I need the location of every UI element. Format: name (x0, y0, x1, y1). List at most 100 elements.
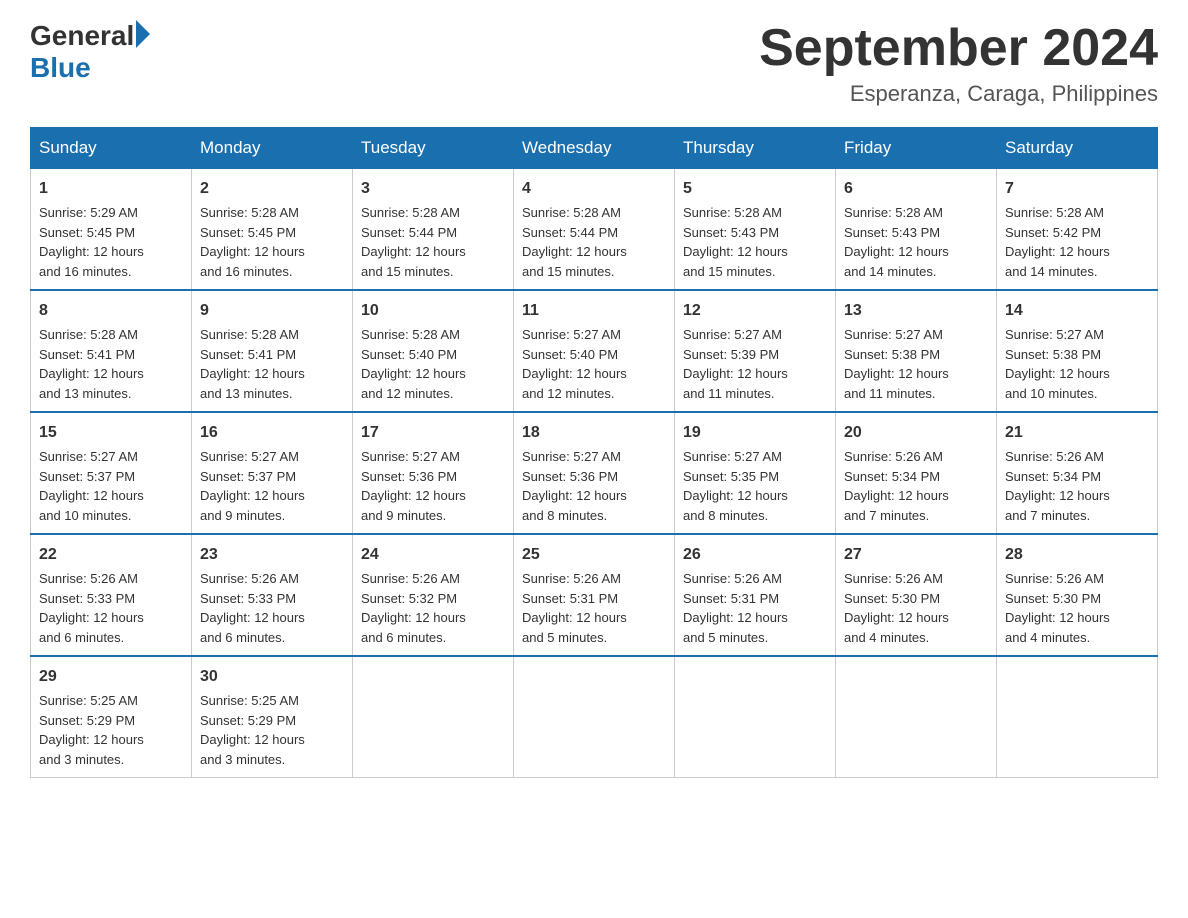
calendar-cell: 11 Sunrise: 5:27 AMSunset: 5:40 PMDaylig… (514, 290, 675, 412)
page-header: General Blue September 2024 Esperanza, C… (30, 20, 1158, 107)
weekday-header-saturday: Saturday (997, 128, 1158, 169)
calendar-cell: 15 Sunrise: 5:27 AMSunset: 5:37 PMDaylig… (31, 412, 192, 534)
day-info: Sunrise: 5:26 AMSunset: 5:33 PMDaylight:… (39, 571, 144, 645)
logo-blue: Blue (30, 52, 150, 84)
day-number: 7 (1005, 177, 1149, 201)
day-info: Sunrise: 5:28 AMSunset: 5:42 PMDaylight:… (1005, 205, 1110, 279)
day-number: 21 (1005, 421, 1149, 445)
day-info: Sunrise: 5:28 AMSunset: 5:43 PMDaylight:… (683, 205, 788, 279)
day-info: Sunrise: 5:28 AMSunset: 5:41 PMDaylight:… (200, 327, 305, 401)
day-number: 16 (200, 421, 344, 445)
day-number: 17 (361, 421, 505, 445)
day-number: 18 (522, 421, 666, 445)
day-info: Sunrise: 5:29 AMSunset: 5:45 PMDaylight:… (39, 205, 144, 279)
day-info: Sunrise: 5:26 AMSunset: 5:30 PMDaylight:… (844, 571, 949, 645)
calendar-cell: 7 Sunrise: 5:28 AMSunset: 5:42 PMDayligh… (997, 169, 1158, 291)
day-info: Sunrise: 5:26 AMSunset: 5:31 PMDaylight:… (683, 571, 788, 645)
calendar-cell: 2 Sunrise: 5:28 AMSunset: 5:45 PMDayligh… (192, 169, 353, 291)
day-number: 15 (39, 421, 183, 445)
day-number: 25 (522, 543, 666, 567)
calendar-cell: 24 Sunrise: 5:26 AMSunset: 5:32 PMDaylig… (353, 534, 514, 656)
day-info: Sunrise: 5:27 AMSunset: 5:40 PMDaylight:… (522, 327, 627, 401)
day-info: Sunrise: 5:27 AMSunset: 5:39 PMDaylight:… (683, 327, 788, 401)
calendar-cell: 26 Sunrise: 5:26 AMSunset: 5:31 PMDaylig… (675, 534, 836, 656)
day-info: Sunrise: 5:28 AMSunset: 5:40 PMDaylight:… (361, 327, 466, 401)
day-number: 11 (522, 299, 666, 323)
weekday-header-friday: Friday (836, 128, 997, 169)
weekday-header-wednesday: Wednesday (514, 128, 675, 169)
calendar-cell: 9 Sunrise: 5:28 AMSunset: 5:41 PMDayligh… (192, 290, 353, 412)
calendar-cell: 18 Sunrise: 5:27 AMSunset: 5:36 PMDaylig… (514, 412, 675, 534)
calendar-cell: 14 Sunrise: 5:27 AMSunset: 5:38 PMDaylig… (997, 290, 1158, 412)
calendar-cell: 28 Sunrise: 5:26 AMSunset: 5:30 PMDaylig… (997, 534, 1158, 656)
day-number: 2 (200, 177, 344, 201)
calendar-cell: 23 Sunrise: 5:26 AMSunset: 5:33 PMDaylig… (192, 534, 353, 656)
day-info: Sunrise: 5:27 AMSunset: 5:37 PMDaylight:… (39, 449, 144, 523)
day-info: Sunrise: 5:26 AMSunset: 5:31 PMDaylight:… (522, 571, 627, 645)
day-number: 3 (361, 177, 505, 201)
day-number: 24 (361, 543, 505, 567)
day-info: Sunrise: 5:28 AMSunset: 5:43 PMDaylight:… (844, 205, 949, 279)
calendar-cell: 20 Sunrise: 5:26 AMSunset: 5:34 PMDaylig… (836, 412, 997, 534)
calendar-cell: 22 Sunrise: 5:26 AMSunset: 5:33 PMDaylig… (31, 534, 192, 656)
calendar-table: SundayMondayTuesdayWednesdayThursdayFrid… (30, 127, 1158, 778)
calendar-cell (997, 656, 1158, 778)
weekday-header-tuesday: Tuesday (353, 128, 514, 169)
day-number: 12 (683, 299, 827, 323)
day-number: 4 (522, 177, 666, 201)
calendar-cell: 29 Sunrise: 5:25 AMSunset: 5:29 PMDaylig… (31, 656, 192, 778)
day-number: 26 (683, 543, 827, 567)
calendar-cell: 25 Sunrise: 5:26 AMSunset: 5:31 PMDaylig… (514, 534, 675, 656)
day-info: Sunrise: 5:27 AMSunset: 5:36 PMDaylight:… (522, 449, 627, 523)
calendar-cell: 17 Sunrise: 5:27 AMSunset: 5:36 PMDaylig… (353, 412, 514, 534)
calendar-cell: 21 Sunrise: 5:26 AMSunset: 5:34 PMDaylig… (997, 412, 1158, 534)
day-number: 1 (39, 177, 183, 201)
calendar-cell: 13 Sunrise: 5:27 AMSunset: 5:38 PMDaylig… (836, 290, 997, 412)
weekday-header-monday: Monday (192, 128, 353, 169)
calendar-cell: 16 Sunrise: 5:27 AMSunset: 5:37 PMDaylig… (192, 412, 353, 534)
day-number: 19 (683, 421, 827, 445)
calendar-cell (836, 656, 997, 778)
day-number: 30 (200, 665, 344, 689)
weekday-header-row: SundayMondayTuesdayWednesdayThursdayFrid… (31, 128, 1158, 169)
logo-general: General (30, 20, 134, 52)
calendar-cell: 19 Sunrise: 5:27 AMSunset: 5:35 PMDaylig… (675, 412, 836, 534)
day-info: Sunrise: 5:28 AMSunset: 5:45 PMDaylight:… (200, 205, 305, 279)
calendar-week-row: 15 Sunrise: 5:27 AMSunset: 5:37 PMDaylig… (31, 412, 1158, 534)
month-title: September 2024 (759, 20, 1158, 77)
day-info: Sunrise: 5:25 AMSunset: 5:29 PMDaylight:… (39, 693, 144, 767)
calendar-week-row: 1 Sunrise: 5:29 AMSunset: 5:45 PMDayligh… (31, 169, 1158, 291)
day-number: 5 (683, 177, 827, 201)
day-number: 6 (844, 177, 988, 201)
calendar-cell: 3 Sunrise: 5:28 AMSunset: 5:44 PMDayligh… (353, 169, 514, 291)
calendar-cell: 6 Sunrise: 5:28 AMSunset: 5:43 PMDayligh… (836, 169, 997, 291)
calendar-cell (675, 656, 836, 778)
day-info: Sunrise: 5:26 AMSunset: 5:34 PMDaylight:… (1005, 449, 1110, 523)
calendar-week-row: 8 Sunrise: 5:28 AMSunset: 5:41 PMDayligh… (31, 290, 1158, 412)
calendar-cell (353, 656, 514, 778)
day-number: 14 (1005, 299, 1149, 323)
day-info: Sunrise: 5:27 AMSunset: 5:38 PMDaylight:… (844, 327, 949, 401)
calendar-cell (514, 656, 675, 778)
day-number: 27 (844, 543, 988, 567)
day-info: Sunrise: 5:27 AMSunset: 5:35 PMDaylight:… (683, 449, 788, 523)
calendar-cell: 27 Sunrise: 5:26 AMSunset: 5:30 PMDaylig… (836, 534, 997, 656)
day-number: 23 (200, 543, 344, 567)
day-info: Sunrise: 5:28 AMSunset: 5:44 PMDaylight:… (522, 205, 627, 279)
day-info: Sunrise: 5:26 AMSunset: 5:34 PMDaylight:… (844, 449, 949, 523)
day-number: 13 (844, 299, 988, 323)
calendar-week-row: 22 Sunrise: 5:26 AMSunset: 5:33 PMDaylig… (31, 534, 1158, 656)
day-info: Sunrise: 5:26 AMSunset: 5:30 PMDaylight:… (1005, 571, 1110, 645)
calendar-cell: 4 Sunrise: 5:28 AMSunset: 5:44 PMDayligh… (514, 169, 675, 291)
day-info: Sunrise: 5:26 AMSunset: 5:32 PMDaylight:… (361, 571, 466, 645)
day-number: 22 (39, 543, 183, 567)
calendar-cell: 5 Sunrise: 5:28 AMSunset: 5:43 PMDayligh… (675, 169, 836, 291)
day-number: 8 (39, 299, 183, 323)
day-info: Sunrise: 5:28 AMSunset: 5:44 PMDaylight:… (361, 205, 466, 279)
calendar-cell: 8 Sunrise: 5:28 AMSunset: 5:41 PMDayligh… (31, 290, 192, 412)
location-title: Esperanza, Caraga, Philippines (759, 81, 1158, 107)
day-info: Sunrise: 5:28 AMSunset: 5:41 PMDaylight:… (39, 327, 144, 401)
day-info: Sunrise: 5:27 AMSunset: 5:36 PMDaylight:… (361, 449, 466, 523)
calendar-cell: 1 Sunrise: 5:29 AMSunset: 5:45 PMDayligh… (31, 169, 192, 291)
logo-arrow-icon (136, 20, 150, 48)
